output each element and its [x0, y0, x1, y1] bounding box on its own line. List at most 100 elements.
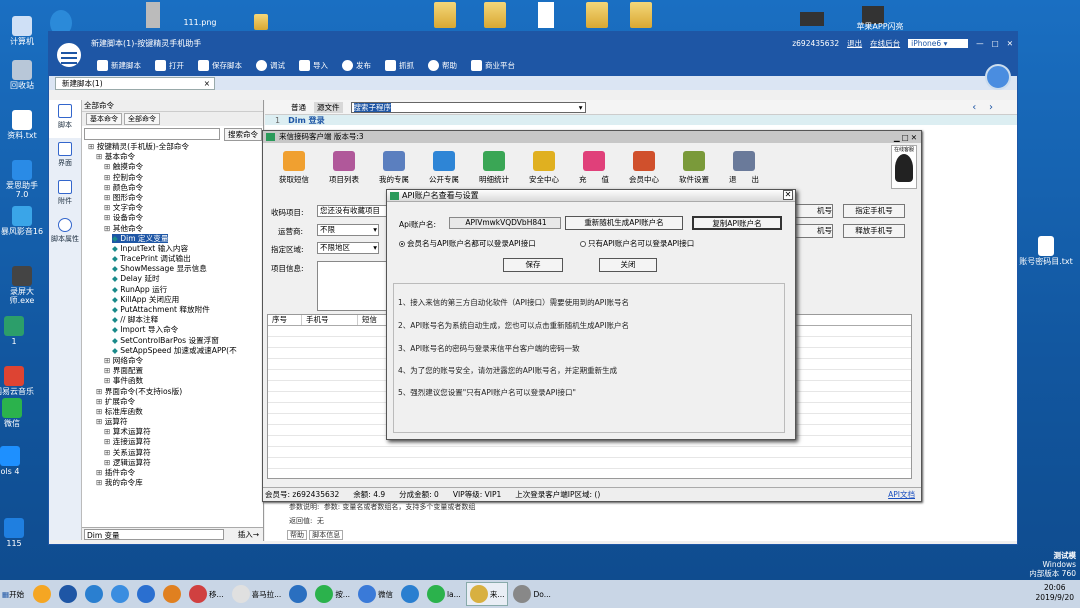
selected-command-field[interactable]: Dim 变量: [84, 529, 224, 540]
tree-node[interactable]: ◆ SetAppSpeed 加速或减速APP(不: [88, 346, 263, 356]
nav-arrows[interactable]: ‹ ›: [972, 102, 993, 113]
document-icon[interactable]: [538, 2, 554, 28]
tree-node[interactable]: ◆ KillApp 关闭应用: [88, 295, 263, 305]
client-window-controls[interactable]: ▁□✕: [894, 132, 919, 144]
business-button[interactable]: 商业平台: [471, 59, 515, 71]
desktop-icon-txt[interactable]: 资料.txt: [0, 110, 44, 140]
folder-icon[interactable]: [484, 2, 506, 28]
tab-script-info[interactable]: 脚本信息: [309, 530, 344, 540]
device-select[interactable]: iPhone6 ▾: [908, 38, 969, 48]
desktop-icon-115[interactable]: 115: [0, 518, 36, 548]
settings-button[interactable]: 软件设置: [669, 151, 719, 189]
tree-node[interactable]: ⊞ 运算符: [88, 417, 263, 427]
tree-node[interactable]: ⊞ 其他命令: [88, 224, 263, 234]
capture-button[interactable]: 抓抓: [385, 59, 414, 71]
my-exclusive-button[interactable]: 我的专属: [369, 151, 419, 189]
debug-button[interactable]: 调试: [256, 59, 285, 71]
save-button[interactable]: 保存: [503, 258, 563, 272]
maximize-icon[interactable]: □: [992, 39, 999, 48]
desktop-icon-png[interactable]: 111.png: [178, 18, 222, 27]
desktop-icon-pwd-txt[interactable]: 账号密码目.txt: [1016, 236, 1076, 266]
tree-node[interactable]: ◆ Dim 定义变量: [88, 233, 263, 244]
tab-all-commands[interactable]: 全部命令: [124, 113, 160, 125]
tab-new-script[interactable]: 新建脚本(1) ×: [55, 77, 215, 90]
taskbar-app[interactable]: [82, 582, 106, 606]
taskbar-app[interactable]: [134, 582, 158, 606]
tree-node[interactable]: ⊞ 我的命令库: [88, 478, 263, 488]
save-button[interactable]: 保存脚本: [198, 59, 242, 71]
start-button[interactable]: ▦开始: [0, 589, 30, 600]
desktop-icon-computer[interactable]: 计算机: [0, 16, 44, 46]
tree-node[interactable]: ⊞ 界面配置: [88, 366, 263, 376]
command-search-input[interactable]: [84, 128, 220, 140]
folder-icon[interactable]: [434, 2, 456, 28]
tree-node[interactable]: ⊞ 标准库函数: [88, 407, 263, 417]
assign-number-button[interactable]: 指定手机号: [843, 204, 905, 218]
project-list-button[interactable]: 项目列表: [319, 151, 369, 189]
tree-node[interactable]: ⊞ 关系运算符: [88, 448, 263, 458]
tab-source[interactable]: 源文件: [314, 101, 343, 113]
folder-icon[interactable]: [586, 2, 608, 28]
taskbar-app[interactable]: la...: [424, 582, 464, 606]
taskbar-app[interactable]: 移...: [186, 582, 227, 606]
desktop-icon-music[interactable]: 网易云音乐: [0, 366, 36, 396]
subroutine-select[interactable]: 搜索子程序 ▾: [350, 101, 586, 113]
copy-api-name-button[interactable]: 复制API账户名: [692, 216, 782, 230]
logout-link[interactable]: 退出: [847, 38, 862, 49]
radio-api-only-login[interactable]: 只有API账户名可以登录API接口: [580, 238, 694, 249]
member-center-button[interactable]: 会员中心: [619, 151, 669, 189]
tree-node[interactable]: ⊞ 逻辑运算符: [88, 458, 263, 468]
get-sms-button[interactable]: 获取短信: [269, 151, 319, 189]
folder-icon[interactable]: [254, 14, 268, 30]
desktop-icon-i4[interactable]: 爱思助手7.0: [0, 160, 44, 199]
minimize-icon[interactable]: —: [976, 39, 984, 48]
tree-node[interactable]: ◆ SetControlBarPos 设置浮窗: [88, 336, 263, 346]
block-number-button[interactable]: 机号: [793, 224, 833, 238]
open-button[interactable]: 打开: [155, 59, 184, 71]
import-button[interactable]: 导入: [299, 59, 328, 71]
tree-node[interactable]: ⊞ 算术运算符: [88, 427, 263, 437]
tab-normal[interactable]: 普通: [291, 102, 306, 113]
desktop-icon-recorder[interactable]: 录屏大师.exe: [0, 266, 44, 305]
folder-icon[interactable]: [630, 2, 652, 28]
qq-service[interactable]: 在线客服: [891, 145, 917, 189]
taskbar-app[interactable]: 喜马拉...: [229, 582, 285, 606]
nav-props[interactable]: 脚本属性: [49, 214, 81, 252]
close-icon[interactable]: ×: [204, 78, 210, 89]
tree-node[interactable]: ◆ TracePrint 调试输出: [88, 254, 263, 264]
apply-number-button[interactable]: 机号: [793, 204, 833, 218]
detail-stats-button[interactable]: 明细统计: [469, 151, 519, 189]
tree-node[interactable]: ◆ RunApp 运行: [88, 285, 263, 295]
insert-button[interactable]: 插入→: [238, 529, 259, 540]
code-line[interactable]: 1 Dim 登录: [265, 115, 1017, 125]
exit-button[interactable]: 退 出: [719, 151, 769, 189]
clock[interactable]: 20:06 2019/9/20: [1036, 580, 1074, 608]
desktop-icon-tools[interactable]: ols 4: [0, 446, 32, 476]
tree-node[interactable]: ◆ InputText 输入内容: [88, 244, 263, 254]
help-button[interactable]: 帮助: [428, 59, 457, 71]
desktop-icon-wechat[interactable]: 微信: [0, 398, 34, 428]
taskbar-app[interactable]: 微信: [355, 582, 396, 606]
tree-node[interactable]: ⊞ 网络命令: [88, 356, 263, 366]
float-badge-icon[interactable]: [985, 64, 1011, 90]
tree-node[interactable]: ⊞ 基本命令: [88, 152, 263, 162]
app-logo-icon[interactable]: [54, 40, 84, 70]
online-admin-link[interactable]: 在线后台: [870, 38, 900, 49]
tree-node[interactable]: ⊞ 触摸命令: [88, 162, 263, 172]
tree-node[interactable]: ◆ Import 导入命令: [88, 325, 263, 335]
tree-node[interactable]: ⊞ 按键精灵(手机版)-全部命令: [88, 142, 263, 152]
taskbar-app[interactable]: [56, 582, 80, 606]
recharge-button[interactable]: 充 值: [569, 151, 619, 189]
taskbar-app[interactable]: 按...: [312, 582, 353, 606]
tree-node[interactable]: ◆ PutAttachment 释放附件: [88, 305, 263, 315]
desktop-icon-recycle[interactable]: 回收站: [0, 60, 44, 90]
regenerate-api-name-button[interactable]: 重新随机生成API账户名: [565, 216, 683, 230]
screen-icon[interactable]: [800, 12, 824, 26]
tree-node[interactable]: ⊞ 文字命令: [88, 203, 263, 213]
tab-basic-commands[interactable]: 基本命令: [86, 113, 122, 125]
tree-node[interactable]: ◆ ShowMessage 显示信息: [88, 264, 263, 274]
publish-button[interactable]: 发布: [342, 59, 371, 71]
tree-node[interactable]: ⊞ 连接运算符: [88, 437, 263, 447]
tab-help[interactable]: 帮助: [287, 530, 307, 540]
desktop-icon-apple-app[interactable]: 苹果APP闪亮: [850, 22, 910, 31]
